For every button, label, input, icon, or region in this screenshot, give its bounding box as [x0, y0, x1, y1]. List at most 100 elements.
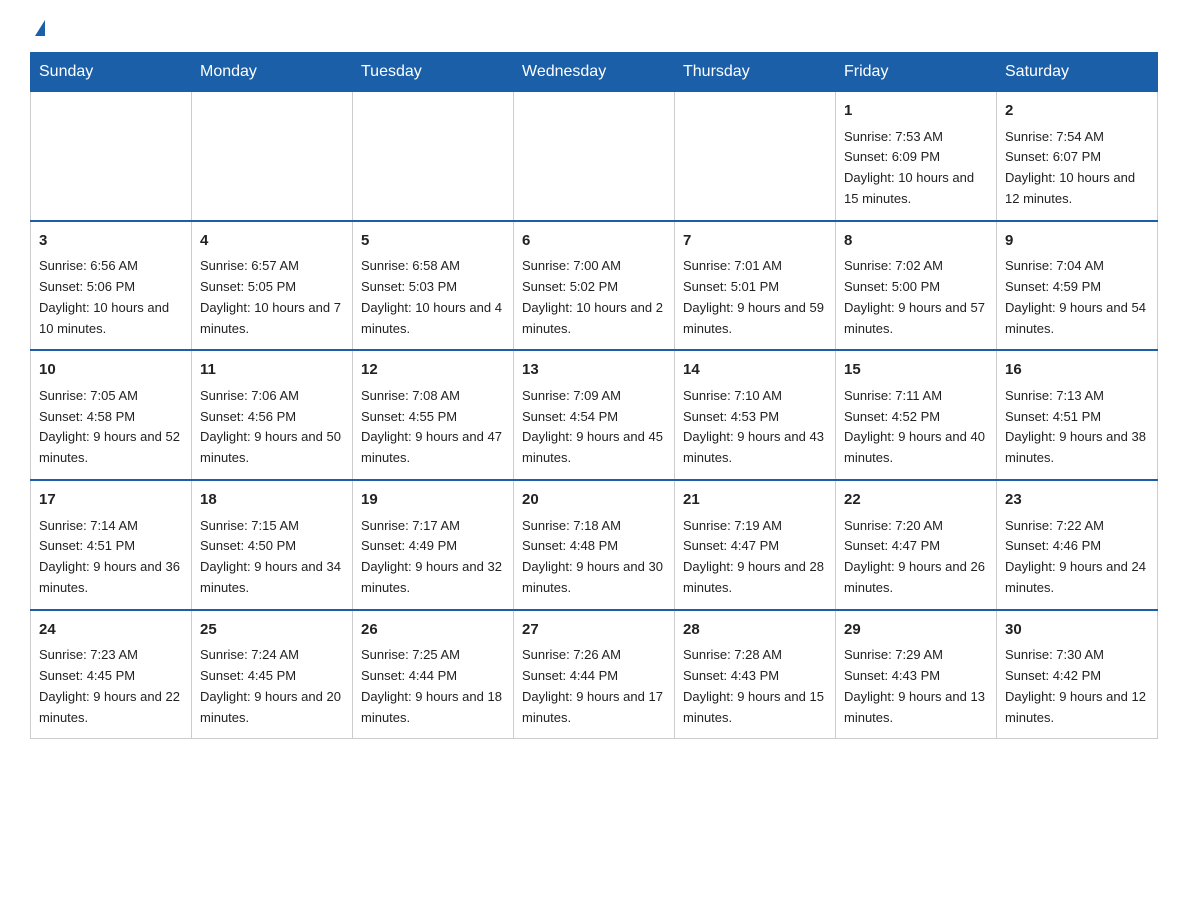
- column-header-thursday: Thursday: [675, 53, 836, 92]
- day-info: Sunrise: 7:08 AMSunset: 4:55 PMDaylight:…: [361, 386, 505, 469]
- day-info: Sunrise: 7:54 AMSunset: 6:07 PMDaylight:…: [1005, 127, 1149, 210]
- column-header-friday: Friday: [836, 53, 997, 92]
- day-number: 26: [361, 619, 505, 642]
- day-info: Sunrise: 7:30 AMSunset: 4:42 PMDaylight:…: [1005, 645, 1149, 728]
- calendar-cell: 12 Sunrise: 7:08 AMSunset: 4:55 PMDayligh…: [353, 350, 514, 480]
- column-header-sunday: Sunday: [31, 53, 192, 92]
- day-number: 23: [1005, 489, 1149, 512]
- day-number: 24: [39, 619, 183, 642]
- calendar-cell: 16Sunrise: 7:13 AMSunset: 4:51 PMDayligh…: [997, 350, 1158, 480]
- day-info: Sunrise: 7:09 AMSunset: 4:54 PMDaylight:…: [522, 386, 666, 469]
- day-number: 22: [844, 489, 988, 512]
- day-number: 10: [39, 359, 183, 382]
- day-number: 12: [361, 359, 505, 382]
- calendar-week-5: 24 Sunrise: 7:23 AMSunset: 4:45 PMDayligh…: [31, 610, 1158, 739]
- day-number: 18: [200, 489, 344, 512]
- day-number: 27: [522, 619, 666, 642]
- day-number: 21: [683, 489, 827, 512]
- calendar-cell: 26 Sunrise: 7:25 AMSunset: 4:44 PMDayligh…: [353, 610, 514, 739]
- day-info: Sunrise: 6:57 AMSunset: 5:05 PMDaylight:…: [200, 256, 344, 339]
- day-number: 2: [1005, 100, 1149, 123]
- calendar-cell: 11Sunrise: 7:06 AMSunset: 4:56 PMDayligh…: [192, 350, 353, 480]
- calendar-cell: [31, 92, 192, 221]
- day-info: Sunrise: 7:29 AMSunset: 4:43 PMDaylight:…: [844, 645, 988, 728]
- day-info: Sunrise: 7:53 AMSunset: 6:09 PMDaylight:…: [844, 127, 988, 210]
- day-number: 13: [522, 359, 666, 382]
- calendar-cell: 24 Sunrise: 7:23 AMSunset: 4:45 PMDayligh…: [31, 610, 192, 739]
- day-info: Sunrise: 7:25 AMSunset: 4:44 PMDaylight:…: [361, 645, 505, 728]
- column-header-saturday: Saturday: [997, 53, 1158, 92]
- day-number: 20: [522, 489, 666, 512]
- day-number: 5: [361, 230, 505, 253]
- day-number: 25: [200, 619, 344, 642]
- calendar-header-row: SundayMondayTuesdayWednesdayThursdayFrid…: [31, 53, 1158, 92]
- calendar-cell: 8Sunrise: 7:02 AMSunset: 5:00 PMDaylight…: [836, 221, 997, 351]
- day-number: 30: [1005, 619, 1149, 642]
- calendar-week-1: 1 Sunrise: 7:53 AMSunset: 6:09 PMDaylight…: [31, 92, 1158, 221]
- calendar-cell: [353, 92, 514, 221]
- calendar-cell: 13 Sunrise: 7:09 AMSunset: 4:54 PMDayligh…: [514, 350, 675, 480]
- calendar-cell: 2 Sunrise: 7:54 AMSunset: 6:07 PMDaylight…: [997, 92, 1158, 221]
- calendar-cell: 22 Sunrise: 7:20 AMSunset: 4:47 PMDayligh…: [836, 480, 997, 610]
- calendar-table: SundayMondayTuesdayWednesdayThursdayFrid…: [30, 52, 1158, 739]
- calendar-cell: 30 Sunrise: 7:30 AMSunset: 4:42 PMDayligh…: [997, 610, 1158, 739]
- column-header-wednesday: Wednesday: [514, 53, 675, 92]
- day-info: Sunrise: 7:19 AMSunset: 4:47 PMDaylight:…: [683, 516, 827, 599]
- day-info: Sunrise: 7:00 AMSunset: 5:02 PMDaylight:…: [522, 256, 666, 339]
- calendar-cell: 5 Sunrise: 6:58 AMSunset: 5:03 PMDaylight…: [353, 221, 514, 351]
- logo: [30, 20, 45, 34]
- calendar-cell: 1 Sunrise: 7:53 AMSunset: 6:09 PMDaylight…: [836, 92, 997, 221]
- logo-triangle-icon: [35, 20, 45, 36]
- calendar-cell: 28 Sunrise: 7:28 AMSunset: 4:43 PMDayligh…: [675, 610, 836, 739]
- calendar-cell: 27 Sunrise: 7:26 AMSunset: 4:44 PMDayligh…: [514, 610, 675, 739]
- day-info: Sunrise: 7:20 AMSunset: 4:47 PMDaylight:…: [844, 516, 988, 599]
- calendar-cell: 15Sunrise: 7:11 AMSunset: 4:52 PMDayligh…: [836, 350, 997, 480]
- calendar-cell: 10 Sunrise: 7:05 AMSunset: 4:58 PMDayligh…: [31, 350, 192, 480]
- calendar-cell: [514, 92, 675, 221]
- day-number: 16: [1005, 359, 1149, 382]
- day-number: 1: [844, 100, 988, 123]
- calendar-cell: 3 Sunrise: 6:56 AMSunset: 5:06 PMDaylight…: [31, 221, 192, 351]
- day-number: 17: [39, 489, 183, 512]
- day-info: Sunrise: 6:56 AMSunset: 5:06 PMDaylight:…: [39, 256, 183, 339]
- calendar-week-4: 17Sunrise: 7:14 AMSunset: 4:51 PMDayligh…: [31, 480, 1158, 610]
- day-info: Sunrise: 7:18 AMSunset: 4:48 PMDaylight:…: [522, 516, 666, 599]
- calendar-cell: 17Sunrise: 7:14 AMSunset: 4:51 PMDayligh…: [31, 480, 192, 610]
- day-info: Sunrise: 6:58 AMSunset: 5:03 PMDaylight:…: [361, 256, 505, 339]
- calendar-cell: 19 Sunrise: 7:17 AMSunset: 4:49 PMDayligh…: [353, 480, 514, 610]
- calendar-cell: [675, 92, 836, 221]
- calendar-cell: 25 Sunrise: 7:24 AMSunset: 4:45 PMDayligh…: [192, 610, 353, 739]
- day-number: 15: [844, 359, 988, 382]
- day-info: Sunrise: 7:23 AMSunset: 4:45 PMDaylight:…: [39, 645, 183, 728]
- column-header-tuesday: Tuesday: [353, 53, 514, 92]
- calendar-cell: 6Sunrise: 7:00 AMSunset: 5:02 PMDaylight…: [514, 221, 675, 351]
- calendar-cell: 4 Sunrise: 6:57 AMSunset: 5:05 PMDaylight…: [192, 221, 353, 351]
- day-info: Sunrise: 7:17 AMSunset: 4:49 PMDaylight:…: [361, 516, 505, 599]
- calendar-cell: 9Sunrise: 7:04 AMSunset: 4:59 PMDaylight…: [997, 221, 1158, 351]
- day-number: 29: [844, 619, 988, 642]
- day-info: Sunrise: 7:10 AMSunset: 4:53 PMDaylight:…: [683, 386, 827, 469]
- calendar-cell: 20 Sunrise: 7:18 AMSunset: 4:48 PMDayligh…: [514, 480, 675, 610]
- day-number: 14: [683, 359, 827, 382]
- calendar-cell: 18 Sunrise: 7:15 AMSunset: 4:50 PMDayligh…: [192, 480, 353, 610]
- day-info: Sunrise: 7:22 AMSunset: 4:46 PMDaylight:…: [1005, 516, 1149, 599]
- day-info: Sunrise: 7:04 AMSunset: 4:59 PMDaylight:…: [1005, 256, 1149, 339]
- calendar-cell: 14 Sunrise: 7:10 AMSunset: 4:53 PMDayligh…: [675, 350, 836, 480]
- day-info: Sunrise: 7:26 AMSunset: 4:44 PMDaylight:…: [522, 645, 666, 728]
- calendar-week-2: 3 Sunrise: 6:56 AMSunset: 5:06 PMDaylight…: [31, 221, 1158, 351]
- day-number: 7: [683, 230, 827, 253]
- calendar-week-3: 10 Sunrise: 7:05 AMSunset: 4:58 PMDayligh…: [31, 350, 1158, 480]
- calendar-cell: 23 Sunrise: 7:22 AMSunset: 4:46 PMDayligh…: [997, 480, 1158, 610]
- day-number: 3: [39, 230, 183, 253]
- calendar-cell: 29 Sunrise: 7:29 AMSunset: 4:43 PMDayligh…: [836, 610, 997, 739]
- calendar-cell: 21 Sunrise: 7:19 AMSunset: 4:47 PMDayligh…: [675, 480, 836, 610]
- day-number: 28: [683, 619, 827, 642]
- day-number: 4: [200, 230, 344, 253]
- day-info: Sunrise: 7:24 AMSunset: 4:45 PMDaylight:…: [200, 645, 344, 728]
- day-info: Sunrise: 7:28 AMSunset: 4:43 PMDaylight:…: [683, 645, 827, 728]
- day-info: Sunrise: 7:15 AMSunset: 4:50 PMDaylight:…: [200, 516, 344, 599]
- day-info: Sunrise: 7:05 AMSunset: 4:58 PMDaylight:…: [39, 386, 183, 469]
- day-info: Sunrise: 7:06 AMSunset: 4:56 PMDaylight:…: [200, 386, 344, 469]
- page-header: [30, 20, 1158, 34]
- day-number: 19: [361, 489, 505, 512]
